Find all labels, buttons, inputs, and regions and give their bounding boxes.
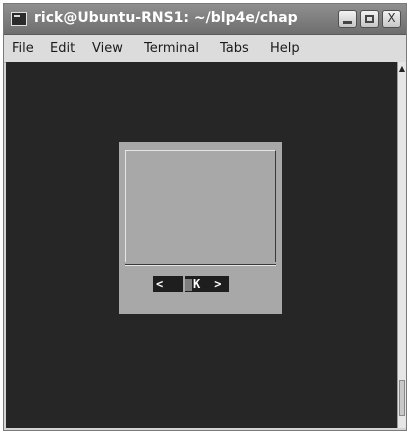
terminal-window: rick@Ubuntu-RNS1: ~/blp4e/chap X File Ed… <box>3 3 407 431</box>
window-title: rick@Ubuntu-RNS1: ~/blp4e/chap <box>34 10 298 26</box>
close-button[interactable]: X <box>382 10 401 28</box>
ok-button[interactable]: K <box>185 276 207 292</box>
menu-terminal[interactable]: Terminal <box>144 41 199 56</box>
menu-edit[interactable]: Edit <box>50 41 75 56</box>
scroll-thumb[interactable] <box>399 380 405 416</box>
dialog-content-area <box>125 150 276 262</box>
text-cursor <box>185 278 192 291</box>
vertical-scrollbar[interactable]: ▲ <box>397 62 406 428</box>
menu-tabs[interactable]: Tabs <box>220 41 249 56</box>
scroll-up-icon[interactable]: ▲ <box>398 64 406 74</box>
menu-file[interactable]: File <box>12 41 34 56</box>
ok-button-label: K <box>193 277 201 291</box>
terminal-app-icon <box>11 12 27 26</box>
menu-bar: File Edit View Terminal Tabs Help <box>4 35 406 63</box>
minimize-icon <box>343 21 352 24</box>
terminal-screen[interactable]: < K > <box>6 62 397 428</box>
maximize-icon <box>365 15 374 23</box>
maximize-button[interactable] <box>360 10 379 28</box>
minimize-button[interactable] <box>338 10 357 28</box>
menu-help[interactable]: Help <box>270 41 300 56</box>
dialog-separator <box>125 265 276 266</box>
ok-button-right-bracket[interactable]: > <box>207 276 229 292</box>
close-icon: X <box>387 11 396 25</box>
title-bar[interactable]: rick@Ubuntu-RNS1: ~/blp4e/chap X <box>4 4 406 35</box>
menu-view[interactable]: View <box>92 41 123 56</box>
ok-button-left-bracket[interactable]: < <box>153 276 183 292</box>
dialog-box: < K > <box>119 142 282 314</box>
